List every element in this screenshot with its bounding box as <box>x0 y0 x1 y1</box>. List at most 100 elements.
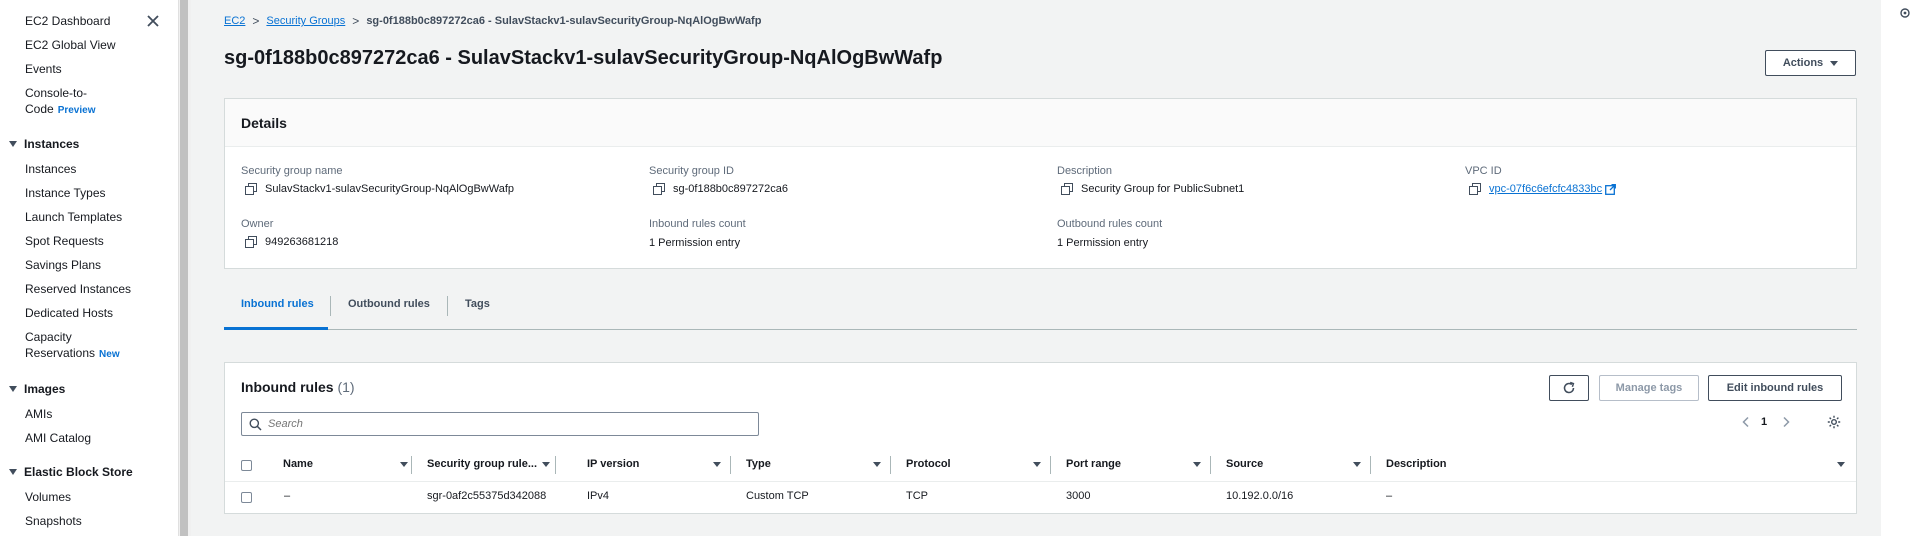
column-header-ip-version[interactable]: IP version <box>587 458 639 470</box>
table-header-divider <box>225 481 1856 482</box>
tab-tags[interactable]: Tags <box>465 298 490 310</box>
navigation-sidebar: EC2 Dashboard EC2 Global View Events Con… <box>0 0 178 536</box>
details-panel: Details Security group name SulavStackv1… <box>224 98 1857 269</box>
sidebar-item-instance-types[interactable]: Instance Types <box>25 185 106 201</box>
sidebar-item-spot-requests[interactable]: Spot Requests <box>25 233 104 249</box>
chevron-right-icon: > <box>252 14 260 28</box>
inbound-rules-count: (1) <box>337 379 355 395</box>
vpc-id-value: vpc-07f6c6efcfc4833bc <box>1469 183 1617 195</box>
table-cell-port-range: 3000 <box>1066 490 1091 502</box>
copy-icon[interactable] <box>245 236 257 248</box>
column-header-port-range[interactable]: Port range <box>1066 458 1121 470</box>
sidebar-item-reserved-instances[interactable]: Reserved Instances <box>25 281 131 297</box>
chevron-right-icon[interactable] <box>1781 416 1791 428</box>
sg-name-text: SulavStackv1-sulavSecurityGroup-NqAlOgBw… <box>265 183 515 195</box>
column-resize-handle[interactable] <box>555 456 556 474</box>
breadcrumb-current: sg-0f188b0c897272ca6 - SulavStackv1-sula… <box>366 15 762 27</box>
refresh-icon <box>1563 381 1575 394</box>
sidebar-scrollbar-thumb[interactable] <box>180 0 188 536</box>
copy-icon[interactable] <box>245 183 257 195</box>
refresh-button[interactable] <box>1549 375 1589 401</box>
caret-down-icon <box>9 469 17 475</box>
settings-icon[interactable] <box>1899 7 1911 19</box>
sidebar-section-images[interactable]: Images <box>9 382 65 396</box>
table-cell-description: – <box>1386 490 1393 502</box>
column-resize-handle[interactable] <box>1210 456 1211 474</box>
column-resize-handle[interactable] <box>730 456 731 474</box>
column-resize-handle[interactable] <box>1370 456 1371 474</box>
caret-down-icon <box>9 386 17 392</box>
sidebar-item-dedicated-hosts[interactable]: Dedicated Hosts <box>25 305 113 321</box>
sidebar-item-launch-templates[interactable]: Launch Templates <box>25 209 122 225</box>
sidebar-item-instances[interactable]: Instances <box>25 161 76 177</box>
owner-text: 949263681218 <box>265 236 339 248</box>
sort-icon[interactable] <box>713 462 721 467</box>
sidebar-item-snapshots[interactable]: Snapshots <box>25 513 82 529</box>
chevron-left-icon[interactable] <box>1741 416 1751 428</box>
description-value: Security Group for PublicSubnet1 <box>1061 183 1244 195</box>
select-all-checkbox[interactable] <box>241 460 252 471</box>
sort-icon[interactable] <box>1033 462 1041 467</box>
inbound-rules-title-text: Inbound rules <box>241 379 334 395</box>
column-header-protocol[interactable]: Protocol <box>906 458 951 470</box>
sidebar-item-console-to-code[interactable]: Console-to-Code Preview <box>25 85 100 119</box>
details-title: Details <box>241 115 287 131</box>
search-icon <box>249 418 262 431</box>
outbound-count-value: 1 Permission entry <box>1057 237 1149 249</box>
sidebar-item-volumes[interactable]: Volumes <box>25 489 71 505</box>
details-header: Details <box>225 99 1856 147</box>
capacity-reservations-label: Capacity Reservations <box>25 330 96 360</box>
inbound-rules-title: Inbound rules (1) <box>241 379 355 395</box>
column-header-rule-id[interactable]: Security group rule... <box>427 458 537 470</box>
breadcrumb-ec2[interactable]: EC2 <box>224 15 245 27</box>
page-title: sg-0f188b0c897272ca6 - SulavStackv1-sula… <box>224 47 943 69</box>
copy-icon[interactable] <box>1469 183 1481 195</box>
vpc-id-link[interactable]: vpc-07f6c6efcfc4833bc <box>1489 183 1602 195</box>
sidebar-item-ami-catalog[interactable]: AMI Catalog <box>25 430 91 446</box>
description-text: Security Group for PublicSubnet1 <box>1081 183 1245 195</box>
sidebar-item-ec2-global-view[interactable]: EC2 Global View <box>25 37 116 53</box>
column-header-type[interactable]: Type <box>746 458 771 470</box>
breadcrumb-security-groups[interactable]: Security Groups <box>266 15 345 27</box>
sort-icon[interactable] <box>400 462 408 467</box>
column-resize-handle[interactable] <box>411 456 412 474</box>
search-input-container[interactable] <box>241 412 759 436</box>
tab-divider <box>330 296 331 316</box>
tab-outbound-rules[interactable]: Outbound rules <box>348 298 430 310</box>
new-badge: New <box>99 349 120 360</box>
sort-icon[interactable] <box>873 462 881 467</box>
sidebar-item-capacity-reservations[interactable]: Capacity Reservations New <box>25 329 125 363</box>
sidebar-item-amis[interactable]: AMIs <box>25 406 52 422</box>
copy-icon[interactable] <box>1061 183 1073 195</box>
table-cell-type: Custom TCP <box>746 490 809 502</box>
column-resize-handle[interactable] <box>1050 456 1051 474</box>
sort-icon[interactable] <box>1353 462 1361 467</box>
external-link-icon[interactable] <box>1605 183 1617 195</box>
sidebar-item-ec2-dashboard[interactable]: EC2 Dashboard <box>25 13 110 29</box>
column-header-description[interactable]: Description <box>1386 458 1447 470</box>
preview-badge: Preview <box>57 105 96 116</box>
column-header-name[interactable]: Name <box>283 458 313 470</box>
tab-inbound-rules[interactable]: Inbound rules <box>241 298 314 310</box>
column-header-source[interactable]: Source <box>1226 458 1263 470</box>
gear-icon[interactable] <box>1827 415 1841 429</box>
sidebar-section-elastic-block-store[interactable]: Elastic Block Store <box>9 465 133 479</box>
sort-icon[interactable] <box>1837 462 1845 467</box>
sidebar-item-events[interactable]: Events <box>25 61 62 77</box>
manage-tags-button[interactable]: Manage tags <box>1599 375 1699 401</box>
row-checkbox[interactable] <box>241 492 252 503</box>
search-input[interactable] <box>268 418 748 430</box>
actions-button[interactable]: Actions <box>1765 50 1856 76</box>
inbound-count-value: 1 Permission entry <box>649 237 741 249</box>
sidebar-item-savings-plans[interactable]: Savings Plans <box>25 257 101 273</box>
table-cell-protocol: TCP <box>906 490 928 502</box>
column-resize-handle[interactable] <box>890 456 891 474</box>
page-number[interactable]: 1 <box>1761 416 1767 428</box>
main-content: EC2 > Security Groups > sg-0f188b0c89727… <box>191 0 1881 536</box>
sidebar-section-instances[interactable]: Instances <box>9 137 79 151</box>
edit-inbound-rules-button[interactable]: Edit inbound rules <box>1708 375 1842 401</box>
sort-icon[interactable] <box>1193 462 1201 467</box>
sort-icon[interactable] <box>542 462 550 467</box>
close-icon[interactable] <box>145 13 161 29</box>
copy-icon[interactable] <box>653 183 665 195</box>
